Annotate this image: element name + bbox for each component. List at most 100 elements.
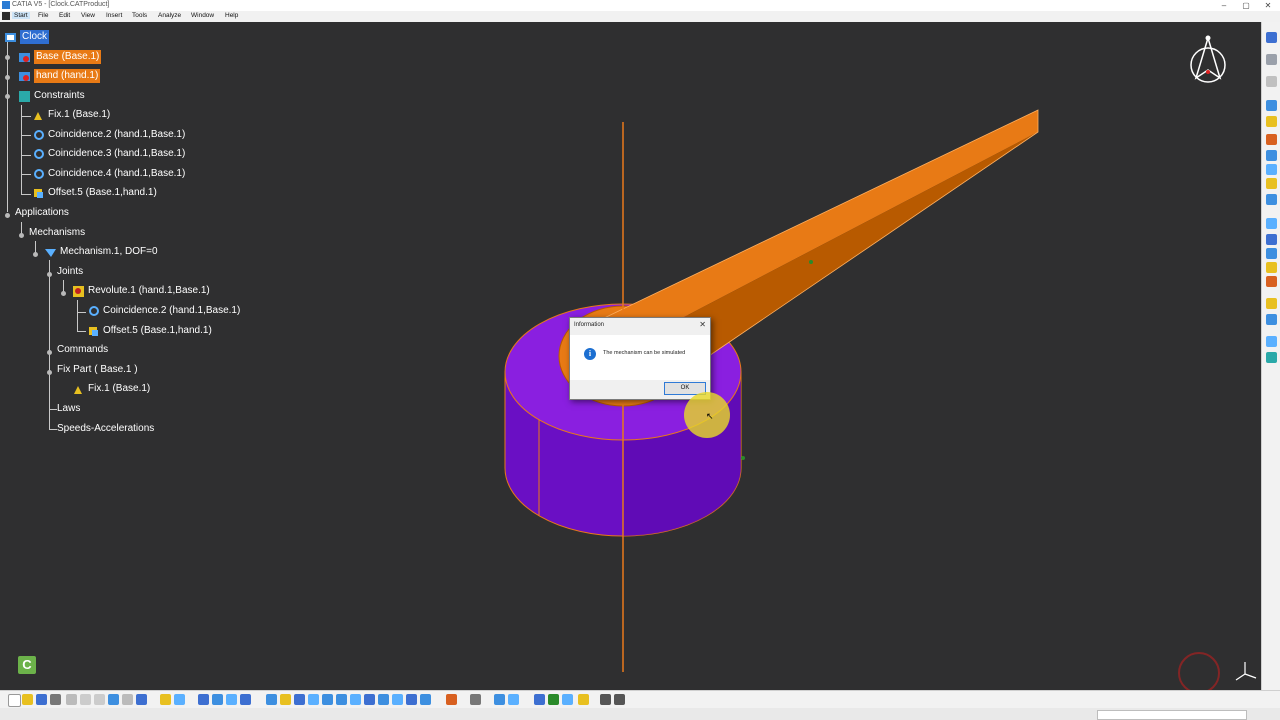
toolbar-tool-icon[interactable] (1266, 116, 1277, 127)
toolbar-tool-icon[interactable] (1266, 314, 1277, 325)
tree-node-hand[interactable]: hand (hand.1) (18, 68, 101, 84)
toolbar-tool-icon[interactable] (198, 694, 209, 705)
redo-icon[interactable] (122, 694, 133, 705)
toolbar-tool-icon[interactable] (1266, 262, 1277, 273)
toolbar-tool-icon[interactable] (508, 694, 519, 705)
tree-node-fixpart-fix1[interactable]: Fix.1 (Base.1) (72, 381, 150, 397)
shading-icon[interactable] (392, 694, 403, 705)
document-menu-icon[interactable] (2, 12, 10, 20)
open-icon[interactable] (22, 694, 33, 705)
print-icon[interactable] (50, 694, 61, 705)
toolbar-tool-icon[interactable] (1266, 100, 1277, 111)
help-icon[interactable] (136, 694, 147, 705)
toolbar-tool-icon[interactable] (1266, 248, 1277, 259)
command-input[interactable] (1097, 710, 1247, 720)
hide-show-icon[interactable] (406, 694, 417, 705)
toolbar-tool-icon[interactable] (548, 694, 559, 705)
tree-expand-toggle[interactable] (47, 272, 52, 277)
toolbar-tool-icon[interactable] (562, 694, 573, 705)
tree-node-fixpart[interactable]: Fix Part ( Base.1 ) (57, 362, 138, 378)
toolbar-tool-icon[interactable] (578, 694, 589, 705)
iso-view-icon[interactable] (378, 694, 389, 705)
tree-expand-toggle[interactable] (47, 350, 52, 355)
toolbar-tool-icon[interactable] (1266, 276, 1277, 287)
zoom-in-icon[interactable] (322, 694, 333, 705)
close-button[interactable]: ✕ (1256, 0, 1280, 11)
tree-node-laws[interactable]: Laws (57, 401, 80, 417)
tree-node-constraints[interactable]: Constraints (18, 88, 85, 104)
tree-node-offset5[interactable]: Offset.5 (Base.1,hand.1) (32, 185, 157, 201)
tree-expand-toggle[interactable] (5, 213, 10, 218)
tree-expand-toggle[interactable] (5, 55, 10, 60)
menu-edit[interactable]: Edit (59, 12, 70, 19)
toolbar-tool-icon[interactable] (1266, 76, 1277, 87)
toolbar-tool-icon[interactable] (446, 694, 457, 705)
toolbar-tool-icon[interactable] (1266, 178, 1277, 189)
save-icon[interactable] (36, 694, 47, 705)
maximize-button[interactable]: ▢ (1234, 0, 1258, 11)
tree-node-revolute1[interactable]: Revolute.1 (hand.1,Base.1) (72, 283, 210, 299)
toolbar-tool-icon[interactable] (494, 694, 505, 705)
zoom-out-icon[interactable] (336, 694, 347, 705)
toolbar-tool-icon[interactable] (1266, 218, 1277, 229)
tree-expand-toggle[interactable] (5, 75, 10, 80)
fit-all-icon[interactable] (280, 694, 291, 705)
tree-node-mechanisms[interactable]: Mechanisms (29, 225, 85, 241)
toolbar-tool-icon[interactable] (1266, 194, 1277, 205)
tree-node-rev-offset5[interactable]: Offset.5 (Base.1,hand.1) (87, 323, 212, 339)
toolbar-tool-icon[interactable] (1266, 336, 1277, 347)
tree-node-coincidence3[interactable]: Coincidence.3 (hand.1,Base.1) (32, 146, 185, 162)
toolbar-tool-icon[interactable] (1266, 134, 1277, 145)
copy-icon[interactable] (80, 694, 91, 705)
dialog-close-button[interactable]: ✕ (699, 320, 706, 329)
rotate-icon[interactable] (308, 694, 319, 705)
minimize-button[interactable]: – (1212, 0, 1236, 11)
tree-node-coincidence2[interactable]: Coincidence.2 (hand.1,Base.1) (32, 127, 185, 143)
tree-expand-toggle[interactable] (61, 291, 66, 296)
menu-view[interactable]: View (81, 12, 95, 19)
tree-node-clock[interactable]: Clock (4, 29, 50, 45)
select-icon[interactable] (1266, 54, 1277, 65)
tree-expand-toggle[interactable] (19, 233, 24, 238)
normal-view-icon[interactable] (350, 694, 361, 705)
tree-expand-toggle[interactable] (47, 370, 52, 375)
undo-icon[interactable] (108, 694, 119, 705)
menu-insert[interactable]: Insert (106, 12, 122, 19)
toolbar-tool-icon[interactable] (1266, 32, 1277, 43)
tree-expand-toggle[interactable] (33, 252, 38, 257)
toolbar-tool-icon[interactable] (1266, 150, 1277, 161)
menu-file[interactable]: File (38, 12, 48, 19)
tree-node-base[interactable]: Base (Base.1) (18, 49, 102, 65)
menu-tools[interactable]: Tools (132, 12, 147, 19)
fly-icon[interactable] (266, 694, 277, 705)
toolbar-tool-icon[interactable] (240, 694, 251, 705)
menu-start[interactable]: Start (12, 12, 30, 19)
tree-node-mechanism1[interactable]: Mechanism.1, DOF=0 (44, 244, 158, 260)
toolbar-tool-icon[interactable] (1266, 164, 1277, 175)
toolbar-tool-icon[interactable] (1266, 298, 1277, 309)
toolbar-tool-icon[interactable] (614, 694, 625, 705)
cut-icon[interactable] (66, 694, 77, 705)
paste-icon[interactable] (94, 694, 105, 705)
toolbar-tool-icon[interactable] (470, 694, 481, 705)
menu-analyze[interactable]: Analyze (158, 12, 181, 19)
pan-icon[interactable] (294, 694, 305, 705)
swap-space-icon[interactable] (420, 694, 431, 705)
toolbar-tool-icon[interactable] (212, 694, 223, 705)
tree-node-rev-coincidence2[interactable]: Coincidence.2 (hand.1,Base.1) (87, 303, 240, 319)
toolbar-tool-icon[interactable] (1266, 352, 1277, 363)
comment-icon[interactable] (174, 694, 185, 705)
menu-help[interactable]: Help (225, 12, 238, 19)
tree-node-commands[interactable]: Commands (57, 342, 108, 358)
tree-node-applications[interactable]: Applications (15, 205, 69, 221)
toolbar-tool-icon[interactable] (534, 694, 545, 705)
toolbar-tool-icon[interactable] (226, 694, 237, 705)
tree-node-fix1[interactable]: Fix.1 (Base.1) (32, 107, 110, 123)
tree-node-joints[interactable]: Joints (57, 264, 83, 280)
multi-view-icon[interactable] (364, 694, 375, 705)
tree-node-speeds[interactable]: Speeds-Accelerations (57, 421, 154, 437)
tree-node-coincidence4[interactable]: Coincidence.4 (hand.1,Base.1) (32, 166, 185, 182)
new-icon[interactable] (8, 694, 21, 707)
toolbar-tool-icon[interactable] (1266, 234, 1277, 245)
formula-icon[interactable] (160, 694, 171, 705)
